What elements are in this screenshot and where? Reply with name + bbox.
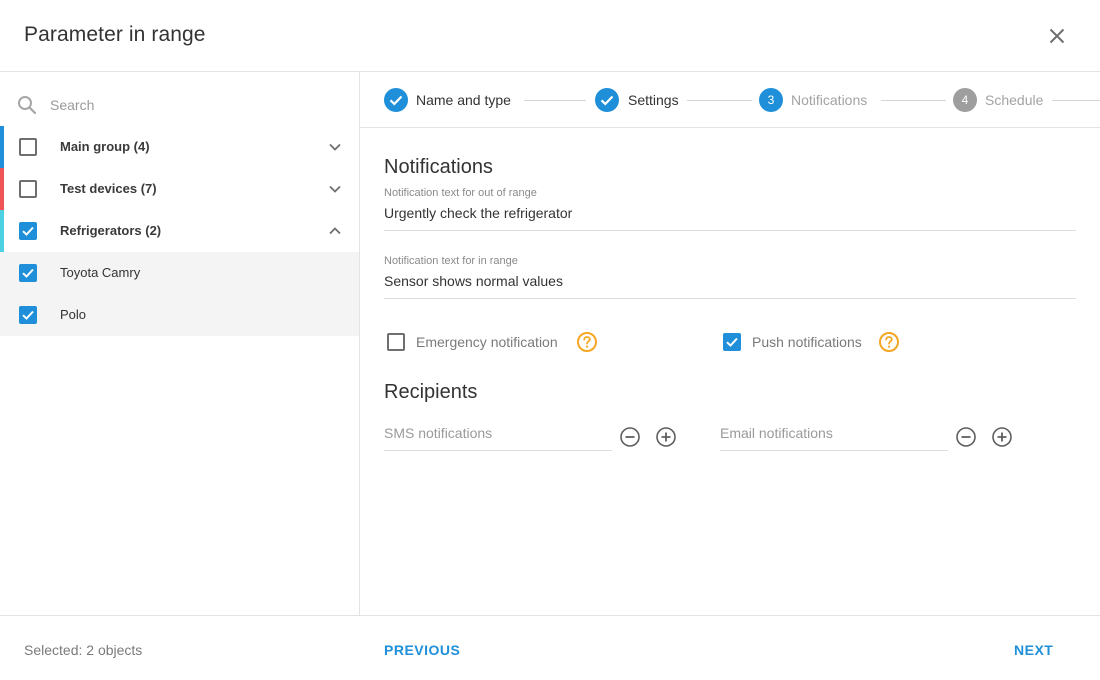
email-field bbox=[720, 422, 948, 451]
close-icon bbox=[1049, 28, 1065, 44]
field-label: Notification text for out of range bbox=[384, 187, 537, 199]
tree-item-polo[interactable]: Polo bbox=[0, 294, 359, 336]
emergency-checkbox[interactable] bbox=[387, 333, 405, 351]
out-of-range-field: Notification text for out of range bbox=[384, 187, 1076, 231]
group-color-bar bbox=[0, 126, 4, 168]
emergency-label: Emergency notification bbox=[416, 334, 558, 350]
tree-item-toyota-camry[interactable]: Toyota Camry bbox=[0, 252, 359, 294]
in-range-field: Notification text for in range bbox=[384, 255, 1076, 299]
step-label: Settings bbox=[628, 92, 679, 108]
group-color-bar bbox=[0, 168, 4, 210]
check-icon bbox=[726, 337, 738, 347]
step-connector bbox=[524, 100, 586, 101]
push-checkbox[interactable] bbox=[723, 333, 741, 351]
step-label: Name and type bbox=[416, 92, 511, 108]
group-label: Refrigerators (2) bbox=[60, 223, 162, 238]
step-connector bbox=[1052, 100, 1100, 101]
sms-field bbox=[384, 422, 612, 451]
object-tree-panel: Main group (4) Test devices (7) Refriger… bbox=[0, 72, 360, 615]
check-icon bbox=[22, 310, 34, 320]
group-checkbox[interactable] bbox=[19, 180, 37, 198]
in-range-input[interactable] bbox=[384, 273, 1076, 289]
group-color-bar bbox=[0, 210, 4, 252]
group-checkbox[interactable] bbox=[19, 138, 37, 156]
out-of-range-input[interactable] bbox=[384, 205, 1076, 221]
email-input[interactable] bbox=[720, 425, 948, 441]
step-connector bbox=[881, 100, 946, 101]
item-label: Toyota Camry bbox=[60, 265, 141, 280]
wizard-stepper: Name and type Settings 3 Notifications 4… bbox=[360, 72, 1100, 128]
notifications-heading: Notifications bbox=[384, 156, 493, 178]
search-row bbox=[0, 72, 359, 126]
step-label: Notifications bbox=[791, 92, 868, 108]
recipients-heading: Recipients bbox=[384, 381, 478, 403]
previous-button[interactable]: PREVIOUS bbox=[384, 642, 460, 658]
group-label: Main group (4) bbox=[60, 139, 150, 154]
help-icon[interactable] bbox=[878, 331, 900, 353]
sms-add-button[interactable] bbox=[655, 426, 677, 448]
check-icon bbox=[22, 226, 34, 236]
chevron-down-icon[interactable] bbox=[326, 138, 344, 156]
next-button[interactable]: NEXT bbox=[1014, 642, 1053, 658]
close-button[interactable] bbox=[1045, 24, 1069, 48]
step-connector bbox=[687, 100, 752, 101]
step-done-circle bbox=[384, 88, 408, 112]
dialog-footer: Selected: 2 objects PREVIOUS NEXT bbox=[0, 615, 1100, 680]
item-checkbox[interactable] bbox=[19, 306, 37, 324]
item-label: Polo bbox=[60, 307, 87, 322]
chevron-up-icon[interactable] bbox=[326, 222, 344, 240]
notifications-form: Notifications Notification text for out … bbox=[360, 128, 1100, 615]
step-label: Schedule bbox=[985, 92, 1044, 108]
step-number-circle: 3 bbox=[759, 88, 783, 112]
email-add-button[interactable] bbox=[991, 426, 1013, 448]
push-label: Push notifications bbox=[752, 334, 862, 350]
tree-group-main[interactable]: Main group (4) bbox=[0, 126, 359, 168]
field-label: Notification text for in range bbox=[384, 255, 518, 267]
search-icon bbox=[18, 96, 37, 115]
search-input[interactable] bbox=[50, 92, 340, 118]
check-icon bbox=[389, 95, 403, 106]
push-notification-option[interactable]: Push notifications bbox=[720, 331, 920, 355]
sms-remove-button[interactable] bbox=[619, 426, 641, 448]
emergency-notification-option[interactable]: Emergency notification bbox=[384, 331, 604, 355]
item-checkbox[interactable] bbox=[19, 264, 37, 282]
check-icon bbox=[600, 95, 614, 106]
chevron-down-icon[interactable] bbox=[326, 180, 344, 198]
check-icon bbox=[22, 268, 34, 278]
dialog-header: Parameter in range bbox=[0, 0, 1100, 72]
tree-group-refrigerators[interactable]: Refrigerators (2) bbox=[0, 210, 359, 252]
group-checkbox[interactable] bbox=[19, 222, 37, 240]
step-done-circle bbox=[595, 88, 619, 112]
tree-group-test-devices[interactable]: Test devices (7) bbox=[0, 168, 359, 210]
group-label: Test devices (7) bbox=[60, 181, 157, 196]
help-icon[interactable] bbox=[576, 331, 598, 353]
selected-count: Selected: 2 objects bbox=[24, 642, 143, 658]
email-remove-button[interactable] bbox=[955, 426, 977, 448]
parameter-dialog: Parameter in range Main group (4) bbox=[0, 0, 1100, 680]
dialog-title: Parameter in range bbox=[24, 23, 206, 46]
step-number-circle: 4 bbox=[953, 88, 977, 112]
sms-input[interactable] bbox=[384, 425, 612, 441]
